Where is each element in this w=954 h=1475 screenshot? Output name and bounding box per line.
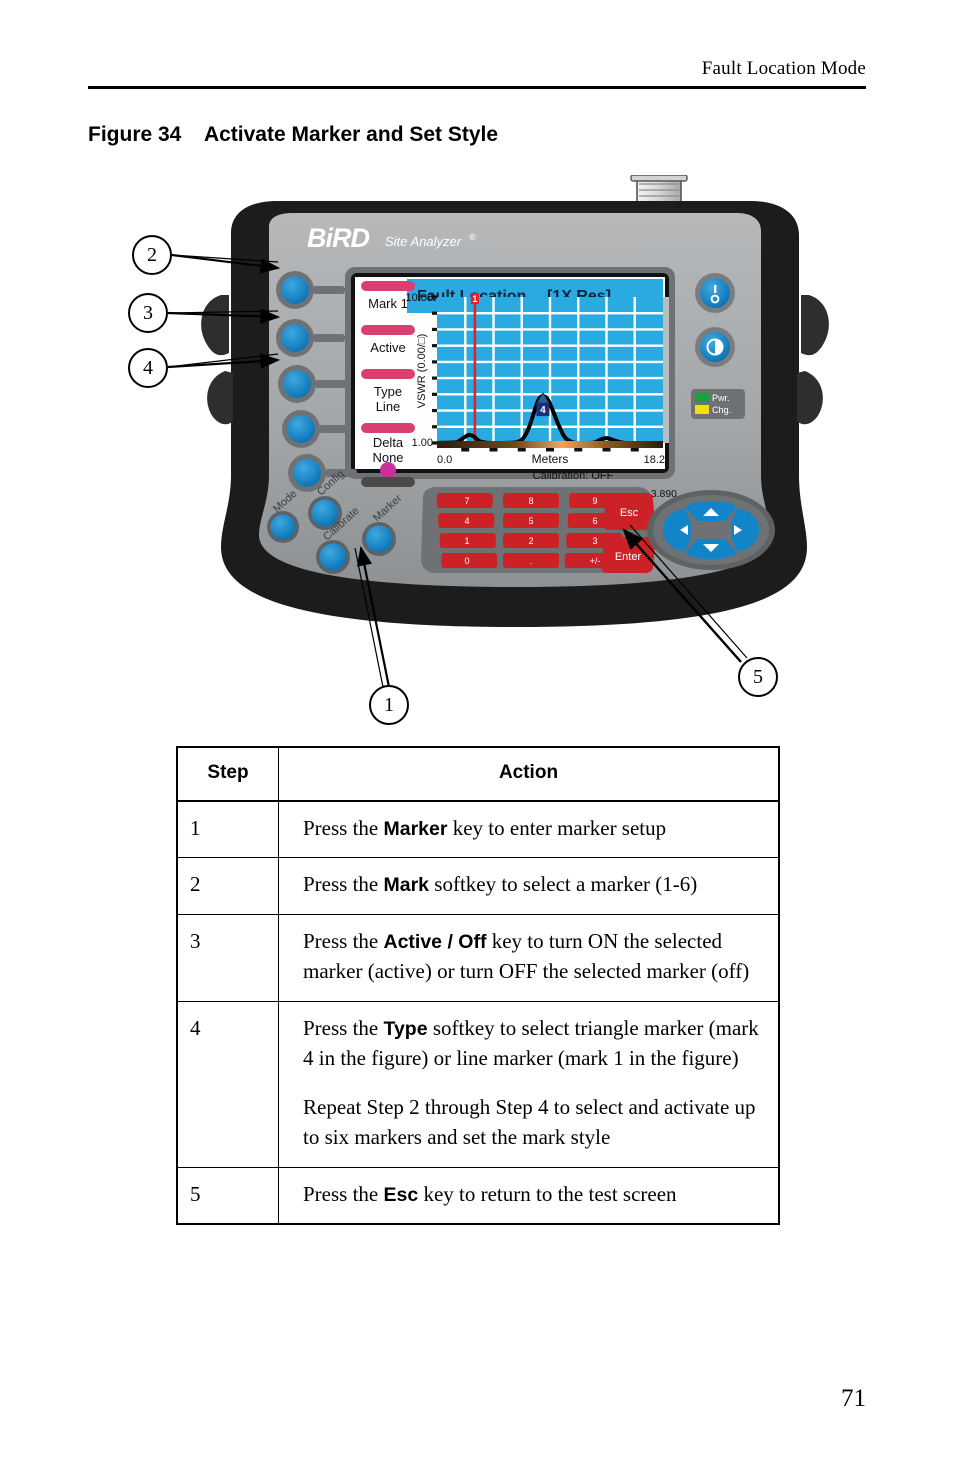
keypad-key-4[interactable]: 4 — [438, 513, 495, 528]
enter-key-label: Enter — [615, 551, 642, 563]
keypad-key-5[interactable]: 5 — [503, 513, 559, 528]
table-cell-step: 5 — [176, 1166, 279, 1225]
softkey-label-mark: Mark 1 — [368, 296, 408, 311]
table-cell-action: Press the Esc key to return to the test … — [278, 1166, 780, 1225]
softkey-value-line: Line — [376, 399, 401, 414]
keypad-key-8[interactable]: 8 — [503, 493, 559, 508]
y-tick-min: 1.00 — [412, 437, 433, 449]
y-axis-label: VSWR (0.00/□) — [416, 334, 428, 409]
softkey-bar-3 — [361, 369, 415, 379]
marker-dot-indicator — [380, 462, 396, 478]
table-row: 3 Press the Active / Off key to turn ON t… — [176, 913, 780, 1002]
keypad-key-7[interactable]: 7 — [436, 493, 493, 508]
keypad-key-label: 3 — [592, 536, 597, 546]
table-cell-action: Press the Type softkey to select triangl… — [278, 1000, 780, 1168]
svg-text:®: ® — [469, 232, 476, 242]
keypad-key-label: 9 — [592, 496, 597, 506]
keypad-key-0[interactable]: 0 — [441, 553, 498, 568]
x-tick-min: 0.0 — [437, 454, 452, 466]
led-indicator-panel: Pwr. Chg. — [691, 389, 745, 419]
running-head-text: Fault Location Mode — [701, 58, 866, 79]
figure-illustration: 2 3 4 1 5 BiRD Site Analyzer ® Fault Loc… — [0, 150, 954, 730]
keypad-key-label: 4 — [464, 516, 469, 526]
figure-caption: Figure 34 Activate Marker and Set Style — [88, 123, 498, 147]
keypad-key-label: 6 — [592, 516, 597, 526]
keypad-key-label: 2 — [528, 536, 533, 546]
steps-table: Step Action 1 Press the Marker key to ent… — [176, 746, 780, 1225]
softkey-label-type: Type — [374, 384, 402, 399]
page-number: 71 — [841, 1385, 866, 1412]
header-rule — [88, 86, 866, 89]
softkey-bar-4 — [361, 423, 415, 433]
table-row: 4 Press the Type softkey to select triang… — [176, 1000, 780, 1168]
table-row: 2 Press the Mark softkey to select a mark… — [176, 857, 780, 915]
document-page: Fault Location Mode Figure 34 Activate M… — [0, 0, 954, 1475]
softkey-label-active: Active — [370, 340, 405, 355]
plot-scrollbar[interactable] — [663, 297, 669, 443]
led-charge — [695, 405, 709, 414]
enter-key[interactable]: Enter — [601, 537, 655, 573]
keypad-key-label: . — [530, 556, 533, 566]
callout-4: 4 — [128, 348, 168, 388]
callout-2: 2 — [132, 235, 172, 275]
table-header-row: Step Action — [176, 746, 780, 802]
x-axis-label: Meters — [532, 452, 569, 466]
site-analyzer-device: BiRD Site Analyzer ® Fault Location [1X … — [201, 175, 829, 627]
running-header: Fault Location Mode — [88, 58, 866, 89]
keypad-key-label: 8 — [528, 496, 533, 506]
table-body: 1 Press the Marker key to enter marker se… — [176, 800, 780, 1225]
x-axis-bar — [437, 441, 663, 448]
figure-title: Activate Marker and Set Style — [203, 123, 499, 146]
svg-text:Site Analyzer: Site Analyzer — [385, 234, 462, 249]
table-cell-action: Press the Active / Off key to turn ON th… — [278, 913, 780, 1002]
esc-key-label: Esc — [620, 507, 639, 519]
marker-4-number: 4 — [540, 405, 546, 416]
arrow-pad[interactable] — [647, 490, 775, 570]
table-cell-action: Press the Mark softkey to select a marke… — [278, 857, 780, 915]
x-tick-max: 18.2 — [644, 454, 665, 466]
column-header-action: Action — [278, 746, 780, 802]
softkey-bar-1 — [361, 281, 415, 291]
calibration-status: Calibration: OFF — [533, 470, 614, 482]
led-power-label: Pwr. — [712, 393, 730, 403]
contrast-button[interactable] — [695, 327, 735, 367]
keypad-key-decimal[interactable]: . — [503, 553, 559, 568]
led-charge-label: Chg. — [712, 405, 731, 415]
callout-1: 1 — [369, 685, 409, 725]
keypad-key-label: 0 — [464, 556, 469, 566]
keypad-key-label: +/- — [590, 556, 601, 566]
keypad-key-label: 1 — [464, 536, 469, 546]
led-power — [695, 393, 709, 402]
column-header-step: Step — [176, 746, 279, 802]
table-row: 1 Press the Marker key to enter marker se… — [176, 800, 780, 859]
table-cell-step: 3 — [176, 913, 279, 1002]
table-cell-action: Press the Marker key to enter marker set… — [278, 800, 780, 859]
power-button[interactable] — [695, 273, 735, 313]
softkey-bar-2 — [361, 325, 415, 335]
callout-3: 3 — [128, 293, 168, 333]
softkey-bar-5 — [361, 477, 415, 487]
y-tick-max: 10.00 — [405, 292, 433, 304]
table-cell-step: 4 — [176, 1000, 279, 1168]
keypad-key-1[interactable]: 1 — [439, 533, 496, 548]
keypad-key-2[interactable]: 2 — [503, 533, 559, 548]
numeric-keypad[interactable]: 7 8 9 4 5 6 1 2 3 0. +/- Esc Enter — [421, 487, 655, 573]
keypad-key-label: 7 — [464, 496, 469, 506]
figure-label: Figure 34 — [88, 123, 182, 146]
table-row: 5 Press the Esc key to return to the test… — [176, 1166, 780, 1225]
table-cell-step: 1 — [176, 800, 279, 859]
esc-key[interactable]: Esc — [603, 493, 655, 530]
table-cell-step: 2 — [176, 857, 279, 915]
callout-5: 5 — [738, 657, 778, 697]
marker-1-number: 1 — [472, 294, 477, 304]
keypad-key-label: 5 — [528, 516, 533, 526]
softkey-label-delta: Delta — [373, 435, 404, 450]
